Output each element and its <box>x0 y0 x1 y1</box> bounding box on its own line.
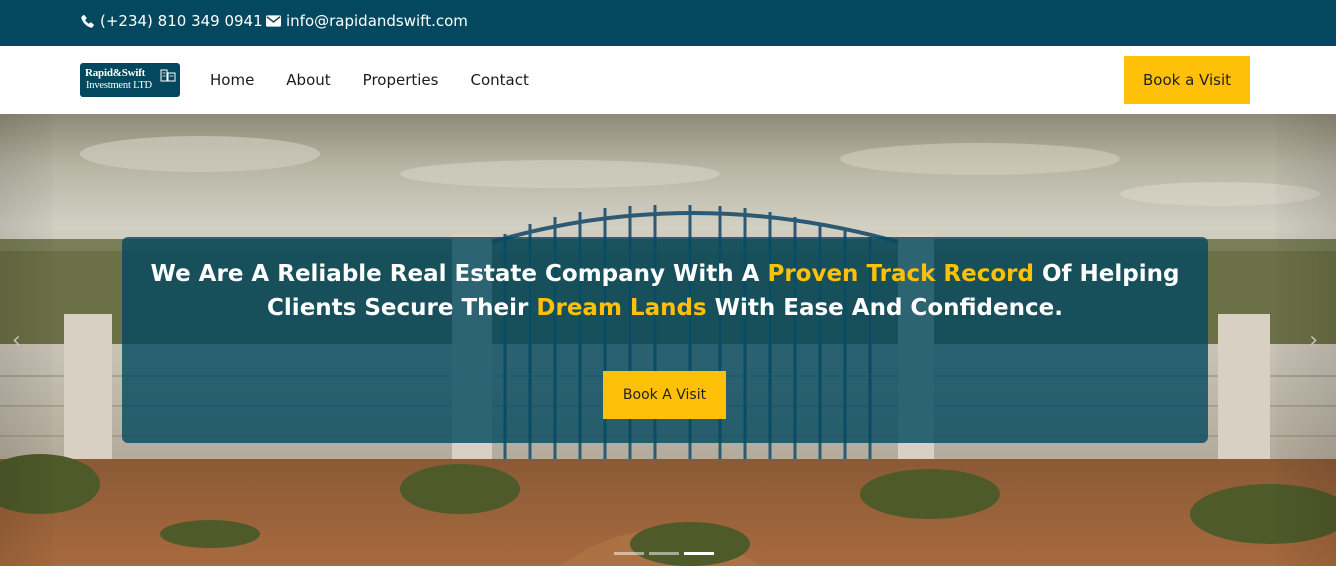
headline-text: Of Helping <box>1033 261 1180 287</box>
nav-about[interactable]: About <box>286 71 330 89</box>
chevron-left-icon: ‹ <box>12 328 21 353</box>
hero-caption-panel: We Are A Reliable Real Estate Company Wi… <box>122 237 1208 443</box>
chevron-right-icon: › <box>1309 328 1318 353</box>
phone-number: (+234) 810 349 0941 <box>100 12 263 30</box>
carousel-prev-control[interactable]: ‹ <box>0 114 53 566</box>
logo-text-line2: Investment LTD <box>86 80 152 91</box>
carousel-indicators <box>614 552 714 555</box>
page-bottom-strip <box>0 566 1336 573</box>
nav-home[interactable]: Home <box>210 71 254 89</box>
company-logo[interactable]: Rapid&Swift Investment LTD <box>80 63 180 97</box>
nav-properties[interactable]: Properties <box>363 71 439 89</box>
headline-highlight: Proven Track Record <box>767 261 1034 287</box>
logo-text-line1: Rapid&Swift <box>85 67 146 79</box>
phone-icon <box>81 14 94 28</box>
headline-text: We Are A Reliable Real Estate Company Wi… <box>150 261 768 287</box>
carousel-indicator-3[interactable] <box>684 552 714 555</box>
carousel-indicator-2[interactable] <box>649 552 679 555</box>
nav-contact[interactable]: Contact <box>470 71 528 89</box>
book-visit-button[interactable]: Book a Visit <box>1124 56 1250 104</box>
headline-line-1: We Are A Reliable Real Estate Company Wi… <box>122 257 1208 291</box>
hero-book-visit-button[interactable]: Book A Visit <box>603 371 726 419</box>
top-contact-bar: (+234) 810 349 0941 info@rapidandswift.c… <box>0 0 1336 46</box>
headline-text: Clients Secure Their <box>267 295 537 321</box>
phone-contact[interactable]: (+234) 810 349 0941 <box>80 12 263 30</box>
headline-line-2: Clients Secure Their Dream Lands With Ea… <box>122 291 1208 325</box>
carousel-next-control[interactable]: › <box>1276 114 1336 566</box>
email-contact[interactable]: info@rapidandswift.com <box>266 12 468 30</box>
envelope-icon <box>266 15 281 27</box>
building-icon <box>160 69 176 82</box>
main-navbar: Rapid&Swift Investment LTD Home About Pr… <box>0 46 1336 114</box>
hero-headline: We Are A Reliable Real Estate Company Wi… <box>122 257 1208 325</box>
headline-text: With Ease And Confidence. <box>706 295 1063 321</box>
nav-menu: Home About Properties Contact <box>210 71 529 89</box>
email-address: info@rapidandswift.com <box>286 12 468 30</box>
headline-highlight: Dream Lands <box>536 295 707 321</box>
hero-carousel: ‹ › We Are A Reliable Real Estate Compan… <box>0 114 1336 566</box>
carousel-indicator-1[interactable] <box>614 552 644 555</box>
